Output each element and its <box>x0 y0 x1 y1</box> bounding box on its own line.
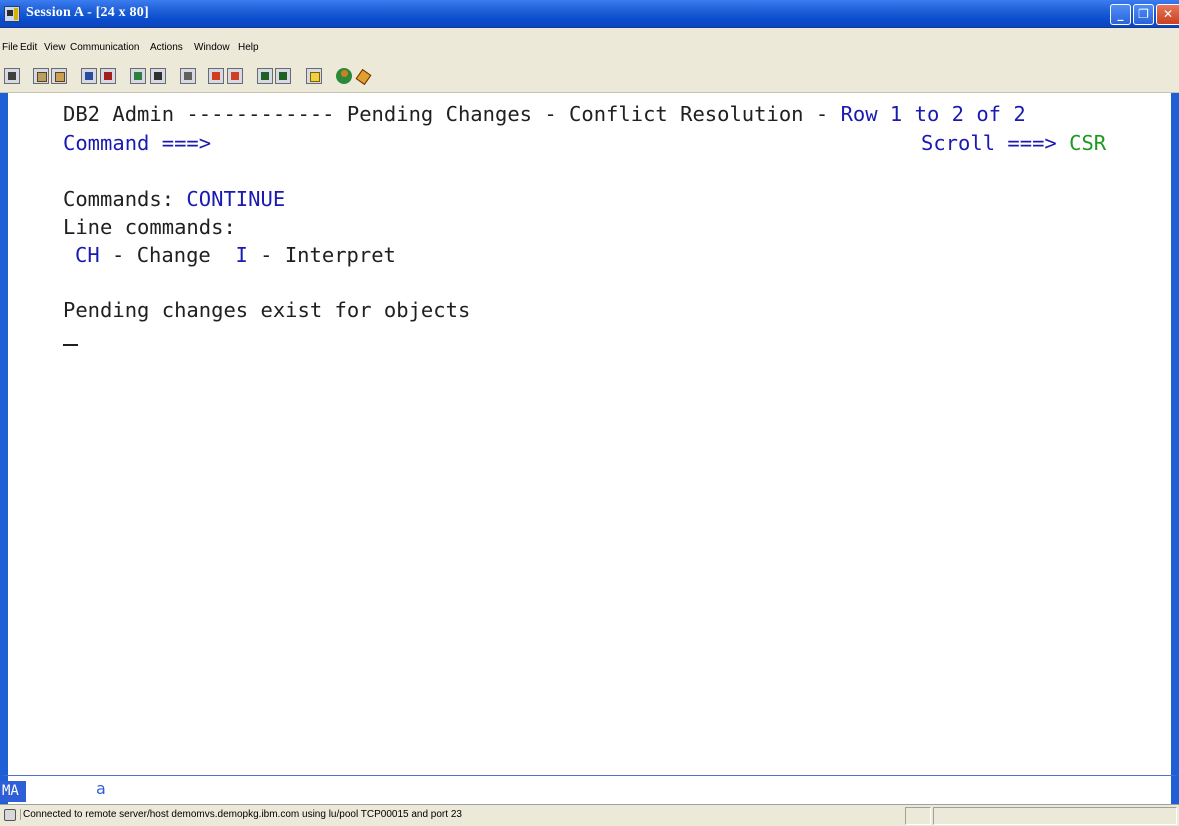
menu-edit[interactable]: Edit <box>20 42 37 53</box>
connection-icon <box>4 809 16 821</box>
receive-file-icon[interactable] <box>100 68 116 84</box>
panel-header: DB2 Admin ------------ Pending Changes -… <box>63 102 1026 126</box>
commands-line: Commands: CONTINUE <box>63 187 285 211</box>
terminal-screen[interactable]: DB2 Admin ------------ Pending Changes -… <box>0 93 1179 775</box>
operator-info-area: MA a <box>0 775 1179 804</box>
command-label[interactable]: Command ===> <box>63 131 211 155</box>
connection-status: Connected to remote server/host demomvs.… <box>20 809 462 820</box>
panel-title: DB2 Admin ------------ Pending Changes -… <box>63 102 841 126</box>
title-bar: Session A - [24 x 80] _ ❐ ✕ <box>0 0 1179 28</box>
menu-actions[interactable]: Actions <box>150 42 183 53</box>
print-screen-icon[interactable] <box>4 68 20 84</box>
line-command-i-desc: - Interpret <box>247 243 396 267</box>
macro-icon[interactable] <box>180 68 196 84</box>
paste-icon[interactable] <box>51 68 67 84</box>
status-panel-2 <box>933 807 1177 825</box>
tag-icon[interactable] <box>354 68 370 84</box>
minimize-button[interactable]: _ <box>1110 4 1131 25</box>
close-button[interactable]: ✕ <box>1156 4 1179 25</box>
menu-communication[interactable]: Communication <box>70 42 139 53</box>
scroll-field[interactable]: Scroll ===> CSR <box>921 131 1106 155</box>
scroll-label: Scroll ===> <box>921 131 1070 155</box>
display-keypad-icon[interactable] <box>130 68 146 84</box>
oia-ma-indicator: MA <box>0 781 26 802</box>
display-screen-icon[interactable] <box>150 68 166 84</box>
scroll-value[interactable]: CSR <box>1069 131 1106 155</box>
maximize-button[interactable]: ❐ <box>1133 4 1154 25</box>
pause-macro-icon[interactable] <box>275 68 291 84</box>
copy-icon[interactable] <box>33 68 49 84</box>
line-commands-list: CH - Change I - Interpret <box>75 243 396 267</box>
status-panel-1 <box>905 807 931 825</box>
session-app-icon[interactable] <box>4 6 20 22</box>
toolbar <box>0 61 1179 93</box>
line-commands-label: Line commands: <box>63 215 236 239</box>
commands-label: Commands: <box>63 187 187 211</box>
send-file-icon[interactable] <box>81 68 97 84</box>
menu-view[interactable]: View <box>44 42 66 53</box>
oia-session-indicator: a <box>96 779 106 798</box>
menu-file[interactable]: File <box>2 42 18 53</box>
menu-window[interactable]: Window <box>194 42 230 53</box>
commands-continue[interactable]: CONTINUE <box>186 187 285 211</box>
line-command-i[interactable]: I <box>235 243 247 267</box>
globe-icon[interactable] <box>336 68 352 84</box>
document-icon[interactable] <box>306 68 322 84</box>
record-macro-icon[interactable] <box>208 68 224 84</box>
status-bar: Connected to remote server/host demomvs.… <box>0 804 1179 826</box>
terminal-cursor <box>63 344 78 346</box>
line-command-ch[interactable]: CH <box>75 243 100 267</box>
pending-message: Pending changes exist for objects <box>63 298 471 322</box>
stop-record-icon[interactable] <box>227 68 243 84</box>
menu-help[interactable]: Help <box>238 42 259 53</box>
play-macro-icon[interactable] <box>257 68 273 84</box>
window-title: Session A - [24 x 80] <box>26 5 149 20</box>
menu-bar: File Edit View Communication Actions Win… <box>0 28 1179 61</box>
row-indicator: Row 1 to 2 of 2 <box>840 102 1026 126</box>
line-command-ch-desc: - Change <box>99 243 236 267</box>
